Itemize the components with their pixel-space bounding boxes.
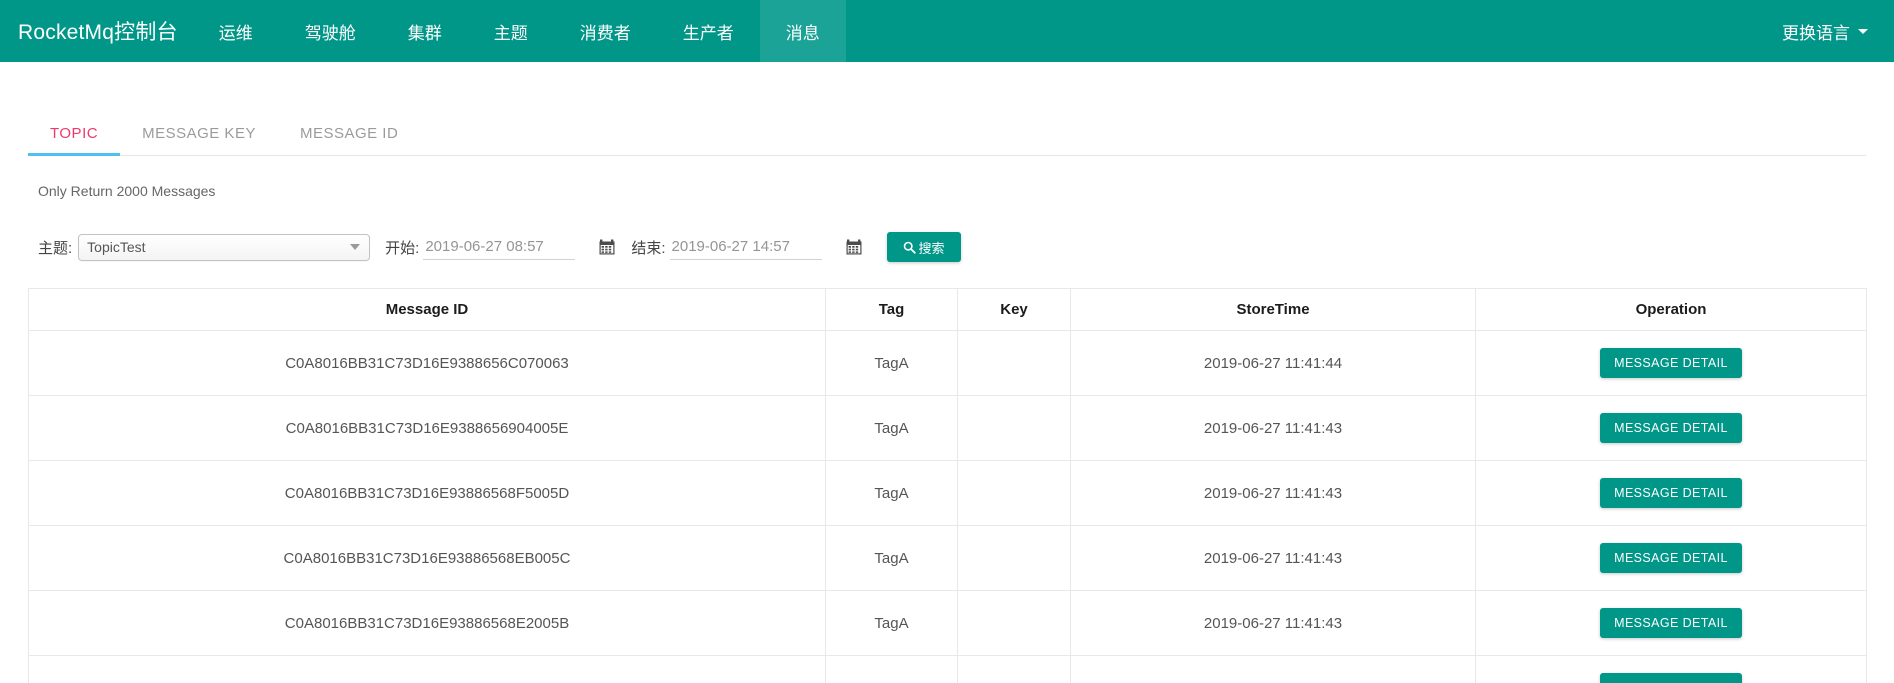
table-row: C0A8016BB31C73D16E93886568E2005B TagA 2019… [28, 590, 1867, 656]
column-header-tag: Tag [825, 288, 958, 331]
cell-store-time: 2019-06-27 11:41:44 [1070, 330, 1476, 396]
nav-item-3[interactable]: 主题 [468, 0, 554, 62]
column-header-message-id: Message ID [28, 288, 826, 331]
cell-message-id: C0A8016BB31C73D16E9388656C070063 [28, 330, 826, 396]
column-header-storetime: StoreTime [1070, 288, 1476, 331]
message-detail-button[interactable]: MESSAGE DETAIL [1600, 478, 1742, 508]
cell-message-id: C0A8016BB31C73D16E93886568EB005C [28, 525, 826, 591]
nav-item-label: 主题 [493, 23, 528, 43]
begin-time-input[interactable] [423, 234, 576, 260]
nav-item-0[interactable]: 运维 [193, 0, 279, 62]
top-navbar: RocketMq控制台 运维 驾驶舱 集群 主题 消费者 生产者 消息 更换语言 [0, 0, 1894, 62]
page-content: TOPIC MESSAGE KEY MESSAGE ID Only Return 2… [0, 100, 1894, 683]
nav-item-4[interactable]: 消费者 [554, 0, 657, 62]
message-query-tabs: TOPIC MESSAGE KEY MESSAGE ID [28, 100, 1866, 156]
search-button-label: 搜索 [918, 240, 945, 256]
cell-operation: MESSAGE DETAIL [1475, 460, 1867, 526]
cell-key [957, 460, 1071, 526]
cell-message-id: C0A8016BB31C73D16E93886568E2005B [28, 590, 826, 656]
result-limit-notice: Only Return 2000 Messages [38, 183, 216, 199]
end-time-input[interactable] [669, 234, 822, 260]
cell-tag: TagA [825, 395, 958, 461]
table-header-row: Message ID Tag Key StoreTime Operation [28, 288, 1867, 331]
nav-item-label: 消息 [785, 23, 820, 43]
message-detail-button[interactable]: MESSAGE DETAIL [1600, 543, 1742, 573]
app-brand[interactable]: RocketMq控制台 [0, 0, 193, 62]
table-row: C0A8016BB31C73D16E9388656904005E TagA 2019… [28, 395, 1867, 461]
column-header-key: Key [957, 288, 1071, 331]
search-button[interactable]: 搜索 [886, 232, 961, 262]
nav-item-label: 运维 [218, 23, 253, 43]
cell-operation: MESSAGE DETAIL [1475, 590, 1867, 656]
message-table-body: C0A8016BB31C73D16E9388656C070063 TagA 2019… [28, 330, 1867, 683]
table-row: C0A8016BB31C73D16E93886568F5005D TagA 2019… [28, 460, 1867, 526]
cell-operation: MESSAGE DETAIL [1475, 525, 1867, 591]
message-detail-button[interactable]: MESSAGE DETAIL [1600, 348, 1742, 378]
cell-message-id: C0A8016BB31C73D16E9388656904005E [28, 395, 826, 461]
cell-key [957, 395, 1071, 461]
message-detail-button[interactable]: MESSAGE DETAIL [1600, 608, 1742, 638]
cell-tag: TagA [825, 525, 958, 591]
cell-message-id: C0A8016BB31C73D16E93886567B20056 [28, 655, 826, 683]
message-search-form: 主题: TopicTest 开始: 结束: [28, 232, 1866, 262]
nav-item-5[interactable]: 生产者 [657, 0, 760, 62]
table-row: C0A8016BB31C73D16E93886568EB005C TagA 2019… [28, 525, 1867, 591]
cell-message-id: C0A8016BB31C73D16E93886568F5005D [28, 460, 826, 526]
tab-topic[interactable]: TOPIC [28, 125, 121, 156]
cell-key [957, 330, 1071, 396]
chevron-down-icon [350, 244, 361, 250]
message-table-wrap: Message ID Tag Key StoreTime Operation C0A80… [28, 288, 1867, 683]
table-row: C0A8016BB31C73D16E93886567B20056TagA 2019… [28, 655, 1867, 683]
tab-label: TOPIC [50, 125, 99, 142]
cell-store-time: 2019-06-27 11:41:43 [1070, 395, 1476, 461]
table-row: C0A8016BB31C73D16E9388656C070063 TagA 2019… [28, 330, 1867, 396]
cell-store-time: 2019-06-27 11:41:43 [1070, 460, 1476, 526]
cell-operation: MESSAGE DETAIL [1475, 395, 1867, 461]
message-detail-button[interactable]: MESSAGE DETAIL [1600, 673, 1742, 683]
nav-item-label: 集群 [407, 23, 442, 43]
tab-message-key[interactable]: MESSAGE KEY [120, 125, 278, 155]
cell-tag: TagA [825, 460, 958, 526]
tab-label: MESSAGE ID [299, 125, 399, 142]
begin-time-label: 开始: [385, 239, 420, 257]
cell-key [957, 590, 1071, 656]
cell-store-time: 2019-06-27 11:41:43 [1070, 655, 1476, 683]
cell-store-time: 2019-06-27 11:41:43 [1070, 525, 1476, 591]
topic-select-value: TopicTest [87, 239, 146, 255]
cell-key [957, 655, 1071, 683]
message-table-head: Message ID Tag Key StoreTime Operation [28, 288, 1867, 331]
nav-links: 运维 驾驶舱 集群 主题 消费者 生产者 消息 [193, 0, 846, 62]
nav-item-label: 生产者 [682, 23, 734, 43]
end-time-label: 结束: [631, 239, 666, 257]
nav-item-1[interactable]: 驾驶舱 [279, 0, 382, 62]
calendar-icon[interactable] [599, 239, 616, 256]
column-header-operation: Operation [1475, 288, 1867, 331]
message-table: Message ID Tag Key StoreTime Operation C0A80… [28, 288, 1867, 683]
language-switcher-label: 更换语言 [1782, 23, 1850, 43]
tab-message-id[interactable]: MESSAGE ID [278, 125, 420, 155]
cell-tag: TagA [825, 590, 958, 656]
nav-item-label: 驾驶舱 [304, 23, 356, 43]
topic-label: 主题: [38, 239, 73, 257]
cell-store-time: 2019-06-27 11:41:43 [1070, 590, 1476, 656]
nav-item-6[interactable]: 消息 [759, 0, 846, 62]
nav-item-label: 消费者 [579, 23, 631, 43]
tab-label: MESSAGE KEY [142, 125, 256, 142]
nav-item-2[interactable]: 集群 [382, 0, 468, 62]
cell-tag: TagA [825, 655, 958, 683]
search-icon [903, 241, 916, 254]
cell-tag: TagA [825, 330, 958, 396]
message-detail-button[interactable]: MESSAGE DETAIL [1600, 413, 1742, 443]
cell-operation: MESSAGE DETAIL [1475, 330, 1867, 396]
chevron-down-icon [1858, 28, 1868, 34]
cell-key [957, 525, 1071, 591]
topic-select[interactable]: TopicTest [78, 233, 371, 261]
calendar-icon[interactable] [846, 239, 863, 256]
language-switcher[interactable]: 更换语言 [1782, 0, 1894, 62]
cell-operation: MESSAGE DETAIL [1475, 655, 1867, 683]
